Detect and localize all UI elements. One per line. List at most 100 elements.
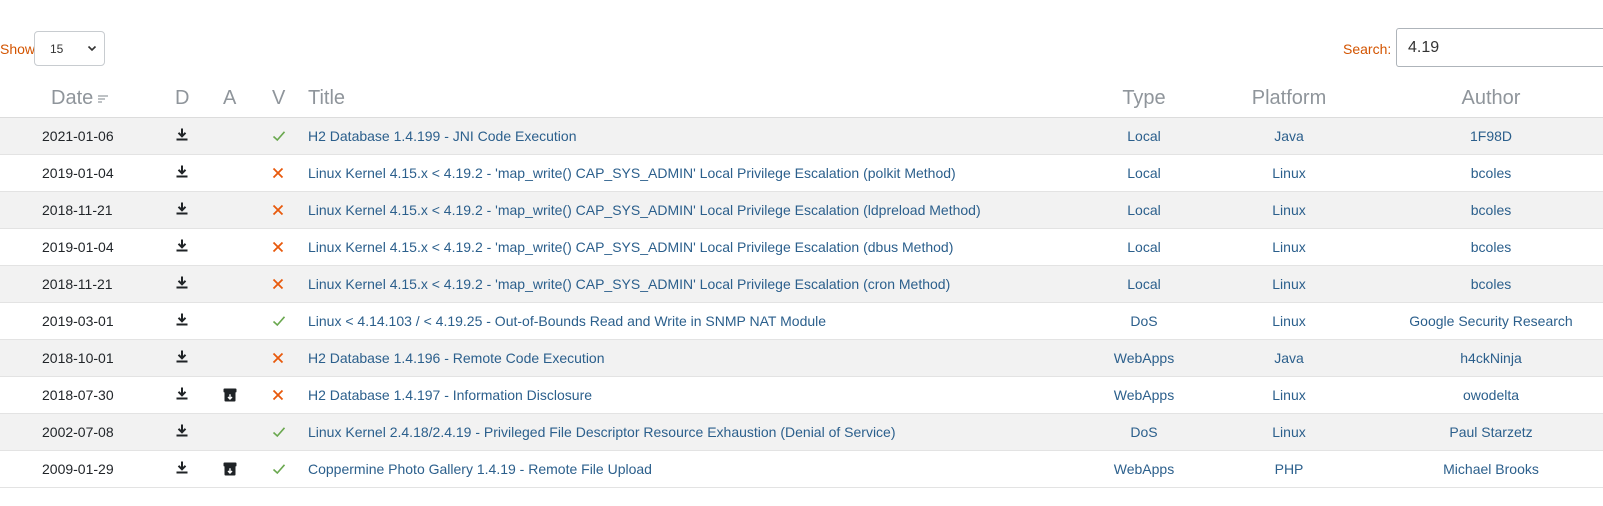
table-row: 2018-07-30 H2 Database 1.4.197 - Informat… bbox=[0, 377, 1603, 414]
author-link[interactable]: bcoles bbox=[1471, 202, 1511, 218]
type-link[interactable]: DoS bbox=[1130, 424, 1157, 440]
date-cell: 2019-01-04 bbox=[42, 165, 114, 181]
show-entries-select[interactable]: 15 bbox=[34, 31, 105, 66]
platform-link[interactable]: Java bbox=[1274, 350, 1304, 366]
platform-link[interactable]: Java bbox=[1274, 128, 1304, 144]
author-link[interactable]: h4ckNinja bbox=[1460, 350, 1521, 366]
exploit-title-link[interactable]: H2 Database 1.4.196 - Remote Code Execut… bbox=[308, 350, 605, 366]
date-cell: 2018-07-30 bbox=[42, 387, 114, 403]
date-cell: 2018-11-21 bbox=[42, 202, 113, 218]
exploit-title-link[interactable]: H2 Database 1.4.199 - JNI Code Execution bbox=[308, 128, 577, 144]
date-cell: 2018-11-21 bbox=[42, 276, 113, 292]
download-icon[interactable] bbox=[176, 202, 188, 218]
column-header-date[interactable]: Date bbox=[51, 87, 109, 110]
download-icon[interactable] bbox=[176, 350, 188, 366]
download-icon[interactable] bbox=[176, 387, 188, 403]
sort-icon bbox=[98, 95, 109, 103]
date-cell: 2019-03-01 bbox=[42, 313, 114, 329]
type-link[interactable]: WebApps bbox=[1114, 350, 1174, 366]
exploit-title-link[interactable]: Linux Kernel 2.4.18/2.4.19 - Privileged … bbox=[308, 424, 896, 440]
show-entries-label: Show bbox=[0, 41, 36, 57]
platform-link[interactable]: Linux bbox=[1272, 424, 1305, 440]
author-link[interactable]: bcoles bbox=[1471, 165, 1511, 181]
download-icon[interactable] bbox=[176, 276, 188, 292]
unverified-cross-icon bbox=[272, 388, 284, 404]
table-row: 2019-03-01 Linux < 4.14.103 / < 4.19.25 -… bbox=[0, 303, 1603, 340]
author-link[interactable]: 1F98D bbox=[1470, 128, 1512, 144]
author-link[interactable]: bcoles bbox=[1471, 239, 1511, 255]
verified-check-icon bbox=[272, 314, 286, 330]
unverified-cross-icon bbox=[272, 166, 284, 182]
table-row: 2002-07-08 Linux Kernel 2.4.18/2.4.19 - P… bbox=[0, 414, 1603, 451]
type-link[interactable]: DoS bbox=[1130, 313, 1157, 329]
column-header-app[interactable]: A bbox=[223, 87, 236, 110]
author-link[interactable]: Michael Brooks bbox=[1443, 461, 1539, 477]
exploit-title-link[interactable]: Linux Kernel 4.15.x < 4.19.2 - 'map_writ… bbox=[308, 276, 950, 292]
table-row: 2019-01-04 Linux Kernel 4.15.x < 4.19.2 -… bbox=[0, 229, 1603, 266]
exploits-table-body: 2021-01-06 H2 Database 1.4.199 - JNI Code… bbox=[0, 118, 1603, 488]
platform-link[interactable]: Linux bbox=[1272, 239, 1305, 255]
unverified-cross-icon bbox=[272, 277, 284, 293]
date-cell: 2019-01-04 bbox=[42, 239, 114, 255]
column-header-download[interactable]: D bbox=[175, 87, 189, 110]
type-link[interactable]: WebApps bbox=[1114, 387, 1174, 403]
column-header-title[interactable]: Title bbox=[308, 87, 345, 110]
author-link[interactable]: bcoles bbox=[1471, 276, 1511, 292]
column-header-verified[interactable]: V bbox=[272, 87, 285, 110]
column-header-type[interactable]: Type bbox=[1122, 87, 1165, 110]
chevron-down-icon bbox=[87, 45, 97, 52]
verified-check-icon bbox=[272, 129, 286, 145]
type-link[interactable]: Local bbox=[1127, 128, 1160, 144]
unverified-cross-icon bbox=[272, 203, 284, 219]
table-row: 2009-01-29 Coppermine Photo Gallery 1.4.1… bbox=[0, 451, 1603, 488]
exploit-title-link[interactable]: Coppermine Photo Gallery 1.4.19 - Remote… bbox=[308, 461, 652, 477]
platform-link[interactable]: Linux bbox=[1272, 387, 1305, 403]
author-link[interactable]: Paul Starzetz bbox=[1449, 424, 1532, 440]
date-cell: 2009-01-29 bbox=[42, 461, 114, 477]
verified-check-icon bbox=[272, 462, 286, 478]
download-icon[interactable] bbox=[176, 461, 188, 477]
platform-link[interactable]: PHP bbox=[1275, 461, 1304, 477]
show-entries-value: 15 bbox=[50, 42, 64, 56]
table-row: 2018-11-21 Linux Kernel 4.15.x < 4.19.2 -… bbox=[0, 192, 1603, 229]
search-label: Search: bbox=[1343, 41, 1392, 57]
date-cell: 2021-01-06 bbox=[42, 128, 114, 144]
author-link[interactable]: Google Security Research bbox=[1409, 313, 1572, 329]
platform-link[interactable]: Linux bbox=[1272, 202, 1305, 218]
column-header-author[interactable]: Author bbox=[1462, 87, 1521, 110]
type-link[interactable]: Local bbox=[1127, 202, 1160, 218]
date-cell: 2018-10-01 bbox=[42, 350, 114, 366]
vulnerable-app-download-icon[interactable] bbox=[223, 462, 237, 479]
type-link[interactable]: Local bbox=[1127, 239, 1160, 255]
type-link[interactable]: Local bbox=[1127, 165, 1160, 181]
platform-link[interactable]: Linux bbox=[1272, 276, 1305, 292]
type-link[interactable]: WebApps bbox=[1114, 461, 1174, 477]
table-row: 2018-10-01 H2 Database 1.4.196 - Remote C… bbox=[0, 340, 1603, 377]
download-icon[interactable] bbox=[176, 313, 188, 329]
platform-link[interactable]: Linux bbox=[1272, 313, 1305, 329]
table-row: 2018-11-21 Linux Kernel 4.15.x < 4.19.2 -… bbox=[0, 266, 1603, 303]
unverified-cross-icon bbox=[272, 351, 284, 367]
download-icon[interactable] bbox=[176, 165, 188, 181]
download-icon[interactable] bbox=[176, 239, 188, 255]
table-row: 2019-01-04 Linux Kernel 4.15.x < 4.19.2 -… bbox=[0, 155, 1603, 192]
verified-check-icon bbox=[272, 425, 286, 441]
type-link[interactable]: Local bbox=[1127, 276, 1160, 292]
column-header-date-label: Date bbox=[51, 87, 94, 109]
unverified-cross-icon bbox=[272, 240, 284, 256]
table-header: Date D A V Title Type Platform Author bbox=[0, 79, 1603, 118]
platform-link[interactable]: Linux bbox=[1272, 165, 1305, 181]
exploit-title-link[interactable]: Linux < 4.14.103 / < 4.19.25 - Out-of-Bo… bbox=[308, 313, 826, 329]
vulnerable-app-download-icon[interactable] bbox=[223, 388, 237, 405]
table-row: 2021-01-06 H2 Database 1.4.199 - JNI Code… bbox=[0, 118, 1603, 155]
exploit-title-link[interactable]: Linux Kernel 4.15.x < 4.19.2 - 'map_writ… bbox=[308, 165, 956, 181]
search-input[interactable] bbox=[1396, 28, 1603, 67]
download-icon[interactable] bbox=[176, 128, 188, 144]
exploit-title-link[interactable]: Linux Kernel 4.15.x < 4.19.2 - 'map_writ… bbox=[308, 202, 981, 218]
exploit-title-link[interactable]: Linux Kernel 4.15.x < 4.19.2 - 'map_writ… bbox=[308, 239, 953, 255]
column-header-platform[interactable]: Platform bbox=[1252, 87, 1326, 110]
download-icon[interactable] bbox=[176, 424, 188, 440]
exploit-title-link[interactable]: H2 Database 1.4.197 - Information Disclo… bbox=[308, 387, 592, 403]
date-cell: 2002-07-08 bbox=[42, 424, 114, 440]
author-link[interactable]: owodelta bbox=[1463, 387, 1519, 403]
